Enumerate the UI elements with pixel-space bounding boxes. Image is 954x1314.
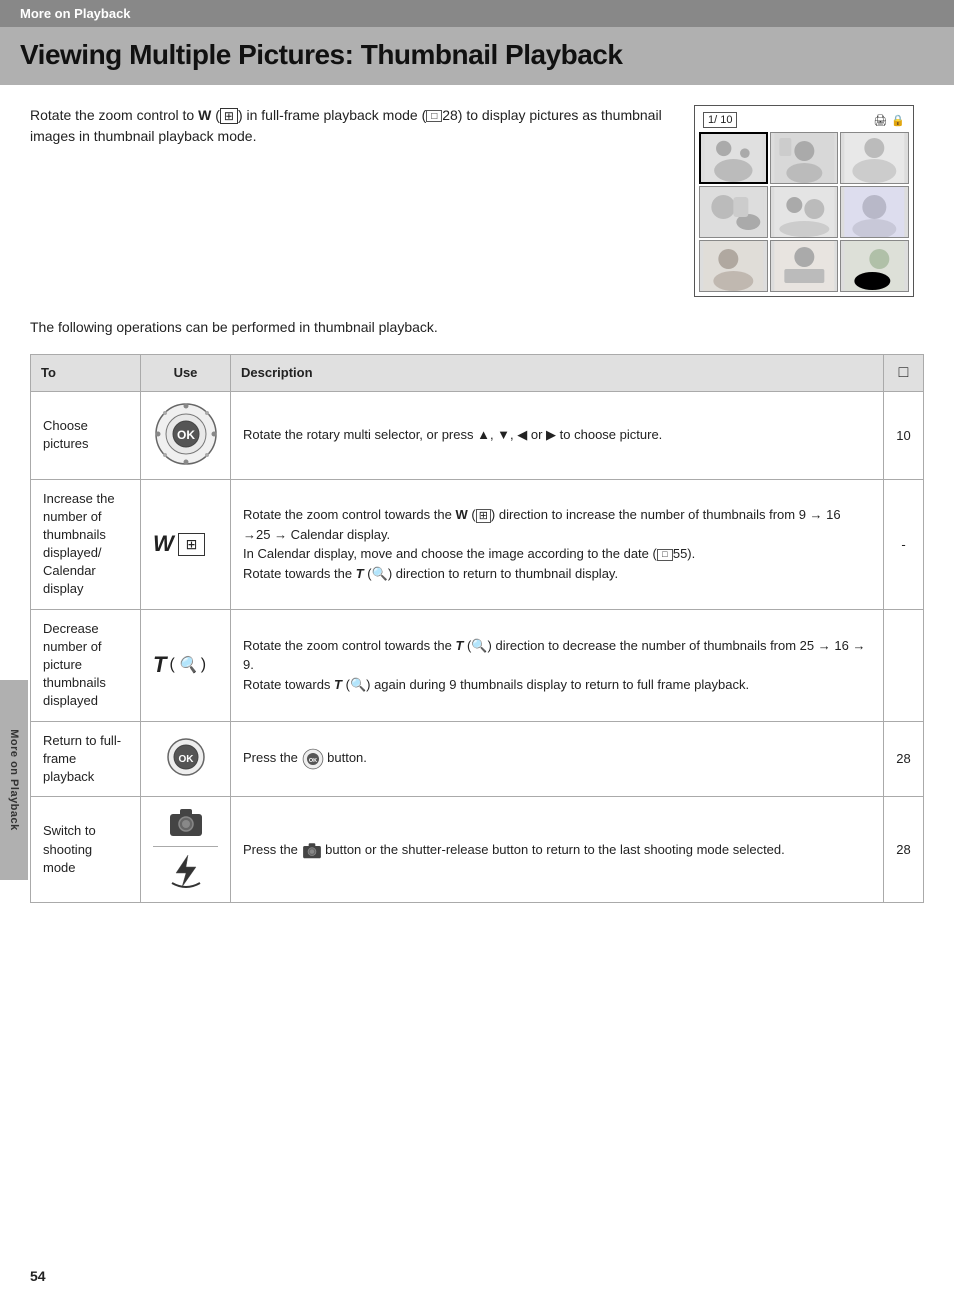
cell-desc-increase: Rotate the zoom control towards the W (⊞… xyxy=(231,479,884,609)
decrease-description: Rotate the zoom control towards the T (🔍… xyxy=(243,638,865,692)
status-bar: 1/ 10 🖨 🔒 xyxy=(699,110,909,130)
cell-use-choose: OK xyxy=(141,391,231,479)
thumb-3 xyxy=(840,132,909,184)
main-content: Rotate the zoom control to W (⊞) in full… xyxy=(0,85,954,923)
section-header: More on Playback xyxy=(0,0,954,27)
icon-divider xyxy=(153,846,218,847)
camera-button-icon xyxy=(168,807,204,840)
camera-screen: 1/ 10 🖨 🔒 xyxy=(694,105,914,297)
table-row-choose-pictures: Choose pictures xyxy=(31,391,924,479)
svg-text:OK: OK xyxy=(308,758,316,764)
intro-section: Rotate the zoom control to W (⊞) in full… xyxy=(30,105,924,297)
thumb-grid xyxy=(699,132,909,292)
fullframe-description: Press the OK button. xyxy=(243,750,367,765)
col-header-to: To xyxy=(31,355,141,392)
increase-label: Increase the number of thumbnails displa… xyxy=(43,491,115,597)
shutter-release-icon xyxy=(168,853,204,892)
table-header-row: To Use Description □ xyxy=(31,355,924,392)
cell-to-fullframe: Return to full-frame playback xyxy=(31,721,141,797)
shooting-description: Press the button or the shutter-release … xyxy=(243,842,785,857)
thumb-5 xyxy=(770,186,839,238)
cell-use-fullframe: OK xyxy=(141,721,231,797)
thumb-9 xyxy=(840,240,909,292)
page-ref-increase: - xyxy=(901,537,905,552)
cell-use-shooting xyxy=(141,797,231,903)
shooting-icons xyxy=(153,807,218,892)
table-row-fullframe: Return to full-frame playback OK Press t… xyxy=(31,721,924,797)
page-number: 54 xyxy=(30,1268,46,1284)
ok-button-small-icon: OK xyxy=(166,737,206,777)
sidebar-label-text: More on Playback xyxy=(8,729,20,831)
page-title: Viewing Multiple Pictures: Thumbnail Pla… xyxy=(20,39,934,71)
intro-text: Rotate the zoom control to W (⊞) in full… xyxy=(30,105,694,297)
cell-page-choose: 10 xyxy=(884,391,924,479)
table-row-shooting: Switch to shooting mode xyxy=(31,797,924,903)
choose-description: Rotate the rotary multi selector, or pre… xyxy=(243,427,662,442)
col-header-page: □ xyxy=(884,355,924,392)
operations-table: To Use Description □ Choose pictures xyxy=(30,354,924,903)
rotary-ok-icon: OK xyxy=(154,402,218,466)
w-zoom-icon: W ⊞ xyxy=(153,531,218,557)
cell-desc-decrease: Rotate the zoom control towards the T (🔍… xyxy=(231,609,884,721)
cell-to-shooting: Switch to shooting mode xyxy=(31,797,141,903)
cell-desc-choose: Rotate the rotary multi selector, or pre… xyxy=(231,391,884,479)
choose-pictures-label: Choose pictures xyxy=(43,418,89,451)
table-row-decrease: Decrease number of picture thumbnails di… xyxy=(31,609,924,721)
cell-page-increase: - xyxy=(884,479,924,609)
page-ref-fullframe: 28 xyxy=(896,751,910,766)
cell-use-increase: W ⊞ xyxy=(141,479,231,609)
cell-use-decrease: T ( 🔍 ) xyxy=(141,609,231,721)
print-icon: 🖨 xyxy=(873,114,887,127)
col-header-use: Use xyxy=(141,355,231,392)
shooting-label: Switch to shooting mode xyxy=(43,823,96,874)
increase-description: Rotate the zoom control towards the W (⊞… xyxy=(243,507,841,581)
cell-desc-fullframe: Press the OK button. xyxy=(231,721,884,797)
cell-to-decrease: Decrease number of picture thumbnails di… xyxy=(31,609,141,721)
following-text: The following operations can be performe… xyxy=(30,317,924,338)
sidebar-label: More on Playback xyxy=(0,680,28,880)
thumb-6 xyxy=(840,186,909,238)
book-reference-icon: □ xyxy=(899,364,909,381)
page-ref-choose: 10 xyxy=(896,428,910,443)
title-bar: Viewing Multiple Pictures: Thumbnail Pla… xyxy=(0,27,954,85)
thumb-4 xyxy=(699,186,768,238)
svg-text:OK: OK xyxy=(177,428,195,442)
thumb-1 xyxy=(699,132,768,184)
camera-display-image: 1/ 10 🖨 🔒 xyxy=(694,105,924,297)
cell-page-fullframe: 28 xyxy=(884,721,924,797)
col-header-description: Description xyxy=(231,355,884,392)
cell-to-choose: Choose pictures xyxy=(31,391,141,479)
thumb-8 xyxy=(770,240,839,292)
section-header-text: More on Playback xyxy=(20,6,131,21)
protect-icon: 🔒 xyxy=(891,114,905,127)
cell-page-shooting: 28 xyxy=(884,797,924,903)
status-icons: 🖨 🔒 xyxy=(873,114,905,127)
svg-text:OK: OK xyxy=(178,754,194,765)
intro-paragraph: Rotate the zoom control to W (⊞) in full… xyxy=(30,105,674,147)
decrease-label: Decrease number of picture thumbnails di… xyxy=(43,621,106,709)
frame-counter: 1/ 10 xyxy=(703,112,737,128)
fullframe-label: Return to full-frame playback xyxy=(43,733,121,784)
thumb-7 xyxy=(699,240,768,292)
cell-page-decrease xyxy=(884,609,924,721)
cell-desc-shooting: Press the button or the shutter-release … xyxy=(231,797,884,903)
cell-to-increase: Increase the number of thumbnails displa… xyxy=(31,479,141,609)
table-row-increase: Increase the number of thumbnails displa… xyxy=(31,479,924,609)
t-zoom-icon: T ( 🔍 ) xyxy=(153,652,218,678)
page-ref-shooting: 28 xyxy=(896,842,910,857)
thumb-2 xyxy=(770,132,839,184)
